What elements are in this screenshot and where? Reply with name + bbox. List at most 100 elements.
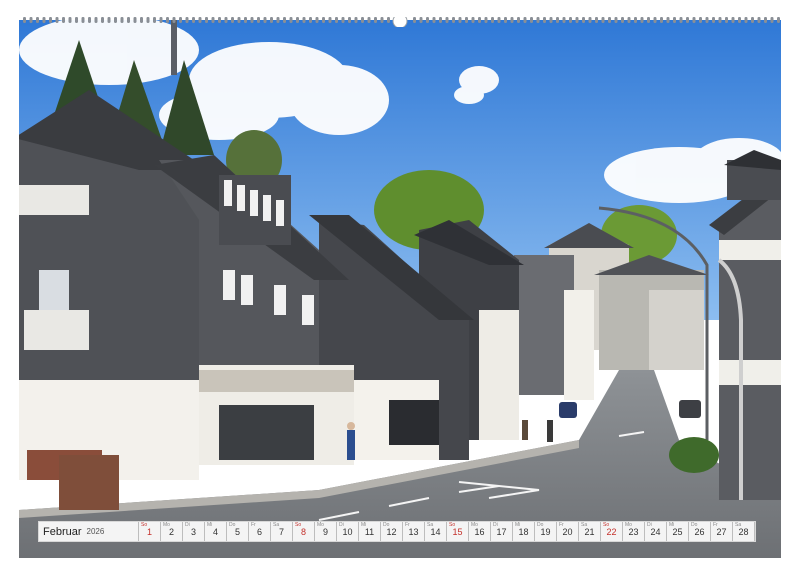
binding-ring — [517, 17, 520, 23]
day-cell: So 8 — [293, 522, 315, 541]
binding-ring — [250, 17, 254, 23]
binding-ring — [712, 17, 715, 23]
day-number: 5 — [234, 527, 240, 537]
binding-ring — [55, 17, 59, 23]
binding-ring — [465, 17, 468, 23]
day-number: 19 — [540, 527, 551, 537]
binding-ring — [575, 17, 579, 23]
binding-ring — [387, 17, 390, 23]
binding-ring — [328, 17, 332, 23]
binding-ring — [510, 17, 514, 23]
binding-ring — [445, 17, 449, 23]
calendar-strip: Februar 2026 So 1 Mo 2 Di 3 Mi 4 Do 5 Fr 6 Sa 7 So 8 Mo 9… — [38, 521, 756, 542]
binding-ring — [471, 17, 475, 23]
binding-ring — [367, 17, 371, 23]
day-cell: Mo 9 — [315, 522, 337, 541]
binding-ring — [582, 17, 585, 23]
binding-ring — [432, 17, 436, 23]
day-number: 27 — [716, 527, 727, 537]
binding-ring — [296, 17, 299, 23]
binding-ring — [777, 17, 780, 23]
binding-ring — [686, 17, 689, 23]
binding-ring — [94, 17, 98, 23]
binding-ring — [699, 17, 702, 23]
binding-ring — [153, 17, 156, 23]
day-cell: Mi 25 — [667, 522, 689, 541]
day-cell: Fr 6 — [249, 522, 271, 541]
day-number: 2 — [168, 527, 174, 537]
day-number: 16 — [474, 527, 485, 537]
binding-ring — [601, 17, 605, 23]
day-number: 28 — [738, 527, 749, 537]
day-number: 24 — [650, 527, 661, 537]
day-cell: Do 19 — [535, 522, 557, 541]
binding-ring — [595, 17, 598, 23]
year-label: 2026 — [86, 527, 105, 536]
binding-ring — [738, 17, 741, 23]
day-cell: Di 24 — [645, 522, 667, 541]
binding-ring — [484, 17, 488, 23]
binding-ring — [322, 17, 325, 23]
binding-ring — [679, 17, 683, 23]
binding-ring — [244, 17, 247, 23]
day-cell: Sa 7 — [271, 522, 293, 541]
day-number: 14 — [430, 527, 441, 537]
binding-ring — [627, 17, 631, 23]
binding-ring — [692, 17, 696, 23]
binding-ring — [491, 17, 494, 23]
binding-ring — [660, 17, 663, 23]
binding-ring — [757, 17, 761, 23]
day-number: 17 — [496, 527, 507, 537]
day-number: 20 — [562, 527, 573, 537]
day-number: 18 — [518, 527, 529, 537]
binding-ring — [731, 17, 735, 23]
binding-ring — [543, 17, 546, 23]
binding-ring — [361, 17, 364, 23]
binding-ring — [140, 17, 143, 23]
day-cell: Fr 20 — [557, 522, 579, 541]
month-label: Februar 2026 — [39, 522, 139, 541]
day-cell: Mi 18 — [513, 522, 535, 541]
binding-ring — [718, 17, 722, 23]
binding-ring — [127, 17, 130, 23]
day-cell: Mi 4 — [205, 522, 227, 541]
day-number: 22 — [606, 527, 617, 537]
binding-ring — [270, 17, 273, 23]
day-number: 10 — [342, 527, 353, 537]
binding-ring — [36, 17, 39, 23]
binding-ring — [88, 17, 91, 23]
day-number: 7 — [278, 527, 284, 537]
binding-ring — [42, 17, 46, 23]
binding-ring — [530, 17, 533, 23]
day-cell: Sa 28 — [733, 522, 755, 541]
hanger-hole — [392, 17, 408, 27]
binding-ring — [705, 17, 709, 23]
binding-ring — [348, 17, 351, 23]
day-number: 26 — [694, 527, 705, 537]
binding-ring — [133, 17, 137, 23]
binding-ring — [647, 17, 650, 23]
day-cell: So 22 — [601, 522, 623, 541]
binding-ring — [653, 17, 657, 23]
day-cell: Mo 16 — [469, 522, 491, 541]
binding-ring — [673, 17, 676, 23]
binding-ring — [302, 17, 306, 23]
day-cell: Do 5 — [227, 522, 249, 541]
binding-ring — [211, 17, 215, 23]
binding-ring — [276, 17, 280, 23]
day-number: 25 — [672, 527, 683, 537]
binding-ring — [166, 17, 169, 23]
day-cell: Di 10 — [337, 522, 359, 541]
binding-ring — [458, 17, 462, 23]
binding-ring — [666, 17, 670, 23]
binding-ring — [562, 17, 566, 23]
binding-ring — [263, 17, 267, 23]
day-number: 1 — [146, 527, 152, 537]
binding-ring — [172, 17, 176, 23]
street-photo — [19, 20, 781, 558]
binding-ring — [374, 17, 377, 23]
binding-ring — [192, 17, 195, 23]
binding-ring — [549, 17, 553, 23]
day-number: 21 — [584, 527, 595, 537]
binding-ring — [426, 17, 429, 23]
